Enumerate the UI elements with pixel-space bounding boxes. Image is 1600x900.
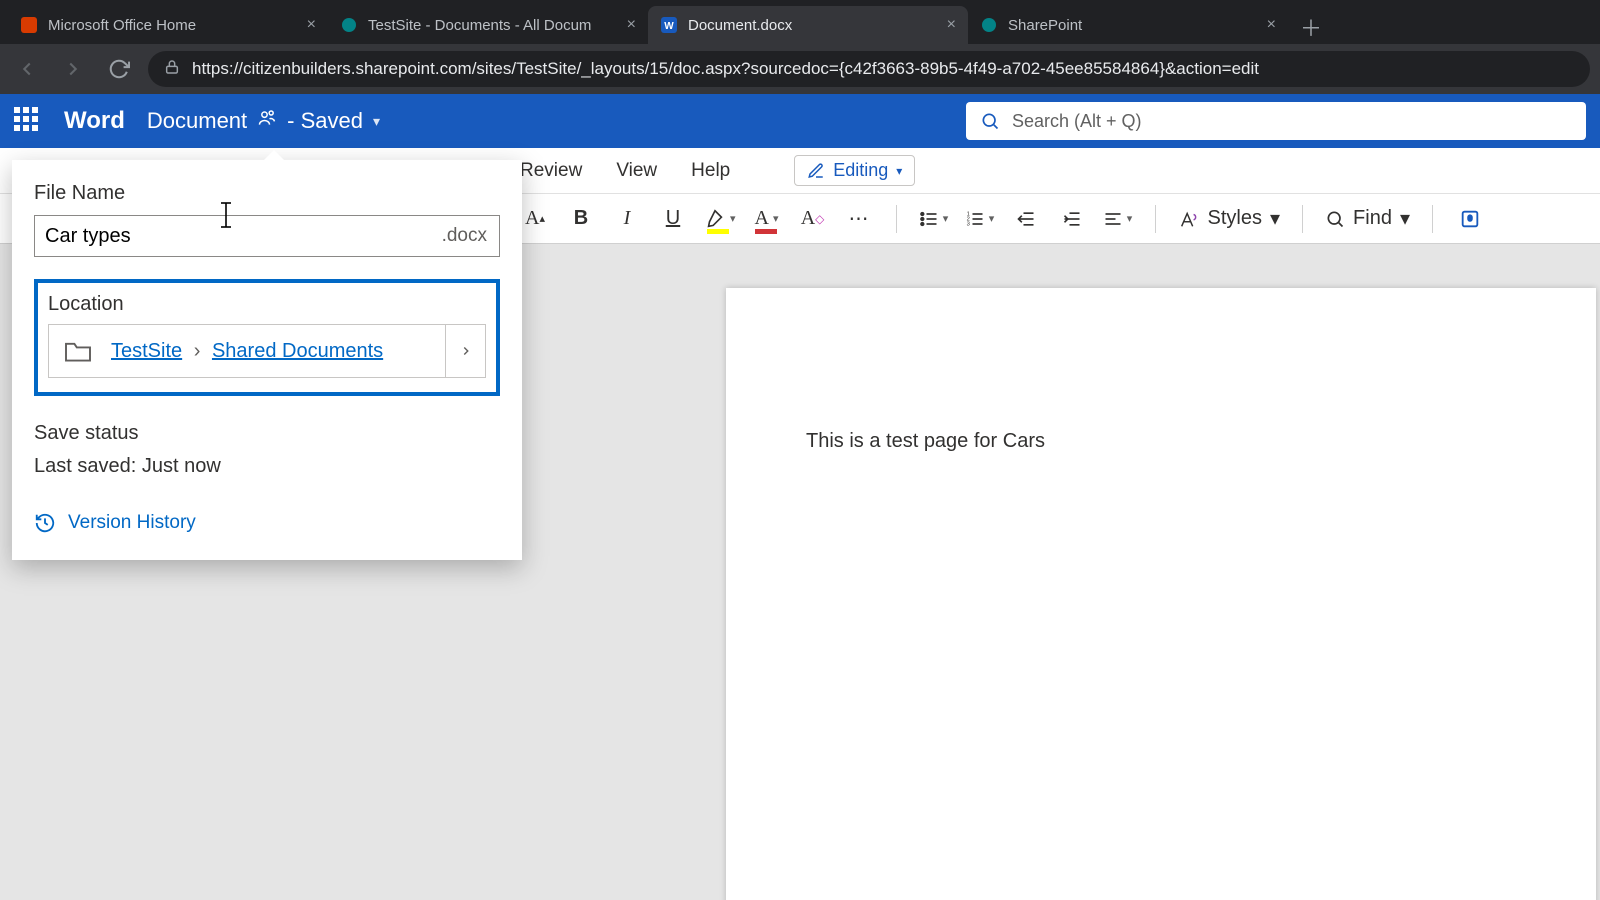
numbering-button[interactable]: 123 ▾ xyxy=(965,202,995,236)
find-label: Find xyxy=(1353,207,1392,230)
separator xyxy=(896,205,897,233)
highlight-button[interactable]: ▾ xyxy=(704,202,736,236)
separator xyxy=(1432,205,1433,233)
file-name-input[interactable] xyxy=(35,216,430,256)
find-button[interactable]: Find ▾ xyxy=(1325,206,1410,231)
more-options-button[interactable]: ⋯ xyxy=(844,202,874,236)
new-tab-button[interactable]: ＋ xyxy=(1294,10,1328,44)
location-highlight-box: Location TestSite › Shared Documents xyxy=(34,279,500,396)
last-saved-text: Last saved: Just now xyxy=(34,455,500,478)
file-name-label: File Name xyxy=(34,182,500,205)
search-placeholder: Search (Alt + Q) xyxy=(1012,111,1142,132)
file-name-row: .docx xyxy=(34,215,500,257)
folder-icon xyxy=(55,325,101,377)
sharepoint-icon xyxy=(340,16,358,34)
version-history-label: Version History xyxy=(68,512,196,534)
breadcrumb-site-link[interactable]: TestSite xyxy=(111,340,182,362)
dictate-button[interactable] xyxy=(1455,202,1485,236)
clear-formatting-button[interactable]: A◇ xyxy=(798,202,828,236)
version-history-link[interactable]: Version History xyxy=(34,512,500,534)
close-icon[interactable]: × xyxy=(1267,16,1276,34)
tab-help[interactable]: Help xyxy=(691,160,730,182)
italic-button[interactable]: I xyxy=(612,202,642,236)
svg-text:3: 3 xyxy=(966,221,969,227)
tab-view[interactable]: View xyxy=(616,160,657,182)
tab-title: SharePoint xyxy=(1008,17,1257,34)
search-input[interactable]: Search (Alt + Q) xyxy=(966,102,1586,140)
office-icon xyxy=(20,16,38,34)
bullets-button[interactable]: ▾ xyxy=(919,202,949,236)
align-button[interactable]: ▾ xyxy=(1103,202,1133,236)
lock-icon xyxy=(164,59,180,80)
close-icon[interactable]: × xyxy=(627,16,636,34)
browser-tab[interactable]: Microsoft Office Home × xyxy=(8,6,328,44)
chevron-down-icon[interactable]: ▾ xyxy=(1400,206,1410,231)
chevron-down-icon[interactable]: ▾ xyxy=(1127,212,1133,225)
browser-tab[interactable]: TestSite - Documents - All Docum × xyxy=(328,6,648,44)
sharepoint-icon xyxy=(980,16,998,34)
word-icon: W xyxy=(660,16,678,34)
breadcrumb-library-link[interactable]: Shared Documents xyxy=(212,340,383,362)
location-row: TestSite › Shared Documents xyxy=(48,324,486,378)
back-button[interactable] xyxy=(10,52,44,86)
document-body-text: This is a test page for Cars xyxy=(806,430,1045,452)
svg-text:W: W xyxy=(664,21,674,32)
location-label: Location xyxy=(48,293,486,316)
underline-button[interactable]: U xyxy=(658,202,688,236)
shared-icon xyxy=(257,108,277,134)
chevron-down-icon[interactable]: ▾ xyxy=(943,212,949,225)
app-name: Word xyxy=(64,107,125,135)
separator xyxy=(1155,205,1156,233)
url-text: https://citizenbuilders.sharepoint.com/s… xyxy=(192,59,1259,79)
word-app-header: Word Document - Saved ▾ Search (Alt + Q) xyxy=(0,94,1600,148)
styles-label: Styles xyxy=(1208,207,1262,230)
styles-button[interactable]: Styles ▾ xyxy=(1178,206,1281,231)
forward-button[interactable] xyxy=(56,52,90,86)
browser-address-bar: https://citizenbuilders.sharepoint.com/s… xyxy=(0,44,1600,94)
font-grow-button[interactable]: A▴ xyxy=(520,202,550,236)
file-info-dropdown: File Name .docx Location TestSite › Shar… xyxy=(12,160,522,560)
saved-indicator: - Saved xyxy=(287,108,363,134)
chevron-right-icon: › xyxy=(194,340,201,362)
chevron-down-icon[interactable]: ▾ xyxy=(773,212,779,225)
chevron-down-icon: ▾ xyxy=(896,164,902,178)
increase-indent-button[interactable] xyxy=(1057,202,1087,236)
document-page[interactable]: This is a test page for Cars xyxy=(726,288,1596,900)
tab-title: Microsoft Office Home xyxy=(48,17,297,34)
font-color-button[interactable]: A ▾ xyxy=(752,202,782,236)
app-launcher-icon[interactable] xyxy=(14,107,42,135)
separator xyxy=(1302,205,1303,233)
location-browse-button[interactable] xyxy=(445,325,485,377)
chevron-down-icon: ▾ xyxy=(373,113,380,130)
location-breadcrumb: TestSite › Shared Documents xyxy=(111,340,445,363)
file-extension: .docx xyxy=(430,225,499,247)
chevron-down-icon[interactable]: ▾ xyxy=(730,212,736,225)
chevron-down-icon[interactable]: ▾ xyxy=(1270,206,1280,231)
highlight-swatch xyxy=(707,229,729,234)
close-icon[interactable]: × xyxy=(947,16,956,34)
browser-tab-active[interactable]: W Document.docx × xyxy=(648,6,968,44)
document-title-button[interactable]: Document - Saved ▾ xyxy=(147,108,380,134)
chevron-down-icon[interactable]: ▾ xyxy=(989,212,995,225)
tab-title: Document.docx xyxy=(688,17,937,34)
tab-review[interactable]: Review xyxy=(520,160,582,182)
url-input[interactable]: https://citizenbuilders.sharepoint.com/s… xyxy=(148,51,1590,87)
editing-mode-button[interactable]: Editing ▾ xyxy=(794,155,915,186)
editing-label: Editing xyxy=(833,160,888,181)
close-icon[interactable]: × xyxy=(307,16,316,34)
save-status-label: Save status xyxy=(34,422,500,445)
browser-tab-strip: Microsoft Office Home × TestSite - Docum… xyxy=(0,0,1600,44)
document-title: Document xyxy=(147,108,247,134)
browser-tab[interactable]: SharePoint × xyxy=(968,6,1288,44)
bold-button[interactable]: B xyxy=(566,202,596,236)
reload-button[interactable] xyxy=(102,52,136,86)
decrease-indent-button[interactable] xyxy=(1011,202,1041,236)
tab-title: TestSite - Documents - All Docum xyxy=(368,17,617,34)
fontcolor-swatch xyxy=(755,229,777,234)
